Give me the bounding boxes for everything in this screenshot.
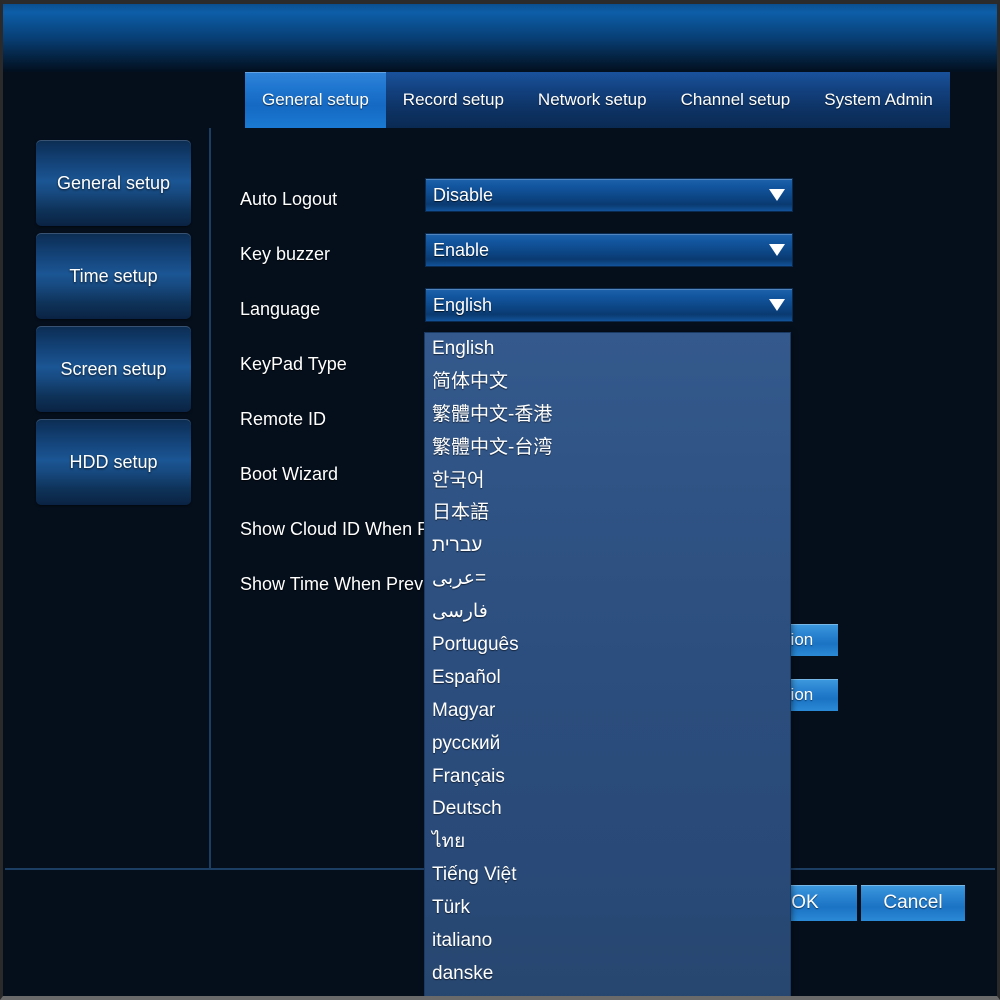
form-label: Show Time When Preview xyxy=(240,574,451,594)
form-label: Remote ID xyxy=(240,409,327,429)
chevron-down-icon[interactable] xyxy=(762,244,792,256)
language-option[interactable]: 繁體中文-台湾 xyxy=(425,432,790,465)
select-value: English xyxy=(433,294,493,315)
sidebar-item-time-setup[interactable]: Time setup xyxy=(36,233,191,319)
form-label: Auto Logout xyxy=(240,189,338,209)
cancel-button[interactable]: Cancel xyxy=(861,885,965,921)
tab-network-setup[interactable]: Network setup xyxy=(520,72,664,128)
tab-general-setup[interactable]: General setup xyxy=(245,72,386,128)
language-option[interactable]: Français xyxy=(425,761,790,794)
form-label: KeyPad Type xyxy=(240,354,347,374)
vertical-divider xyxy=(209,128,211,870)
sidebar-item-general-setup[interactable]: General setup xyxy=(36,140,191,226)
tab-system-admin[interactable]: System Admin xyxy=(807,72,950,128)
select-auto-logout[interactable]: Disable xyxy=(425,178,793,212)
language-option[interactable]: עברית xyxy=(425,530,790,563)
select-language[interactable]: English xyxy=(425,288,793,322)
sidebar-item-screen-setup[interactable]: Screen setup xyxy=(36,326,191,412)
form-row: Key buzzer Enable xyxy=(240,233,840,288)
chevron-down-icon[interactable] xyxy=(762,189,792,201)
form-row: Auto Logout Disable xyxy=(240,178,840,233)
language-option[interactable]: Türk xyxy=(425,892,790,925)
language-option[interactable]: 日本語 xyxy=(425,497,790,530)
language-option[interactable]: 繁體中文-香港 xyxy=(425,399,790,432)
chevron-down-icon[interactable] xyxy=(762,299,792,311)
dvr-settings-window: General setup Record setup Network setup Ch… xyxy=(0,0,1000,1000)
language-option[interactable]: Deutsch xyxy=(425,793,790,826)
language-option[interactable]: فارسی xyxy=(425,596,790,629)
tab-bar: General setup Record setup Network setup Ch… xyxy=(245,72,950,128)
language-option[interactable]: Português xyxy=(425,629,790,662)
select-value: Disable xyxy=(433,184,494,205)
language-option[interactable]: русский xyxy=(425,728,790,761)
form-label: Language xyxy=(240,299,321,319)
language-option[interactable]: English xyxy=(425,333,790,366)
form-label: Boot Wizard xyxy=(240,464,339,484)
sidebar-item-hdd-setup[interactable]: HDD setup xyxy=(36,419,191,505)
language-option[interactable]: ไทย xyxy=(425,826,790,859)
language-option[interactable]: 简体中文 xyxy=(425,366,790,399)
select-value: Enable xyxy=(433,239,490,260)
sidebar: General setup Time setup Screen setup HDD s… xyxy=(36,140,191,512)
language-option[interactable]: 한국어 xyxy=(425,465,790,498)
language-option[interactable]: Tiếng Việt xyxy=(425,859,790,892)
select-key-buzzer[interactable]: Enable xyxy=(425,233,793,267)
window-header-bar xyxy=(3,4,997,72)
language-option[interactable]: italiano xyxy=(425,925,790,958)
tab-channel-setup[interactable]: Channel setup xyxy=(663,72,808,128)
language-option[interactable]: danske xyxy=(425,958,790,991)
language-dropdown-list[interactable]: English 简体中文 繁體中文-香港 繁體中文-台湾 한국어 日本語 עברית عربى… xyxy=(425,333,790,1000)
language-option[interactable]: Magyar xyxy=(425,695,790,728)
language-option[interactable]: Español xyxy=(425,662,790,695)
language-option[interactable]: عربى= xyxy=(425,563,790,596)
tab-record-setup[interactable]: Record setup xyxy=(385,72,521,128)
form-label: Key buzzer xyxy=(240,244,331,264)
